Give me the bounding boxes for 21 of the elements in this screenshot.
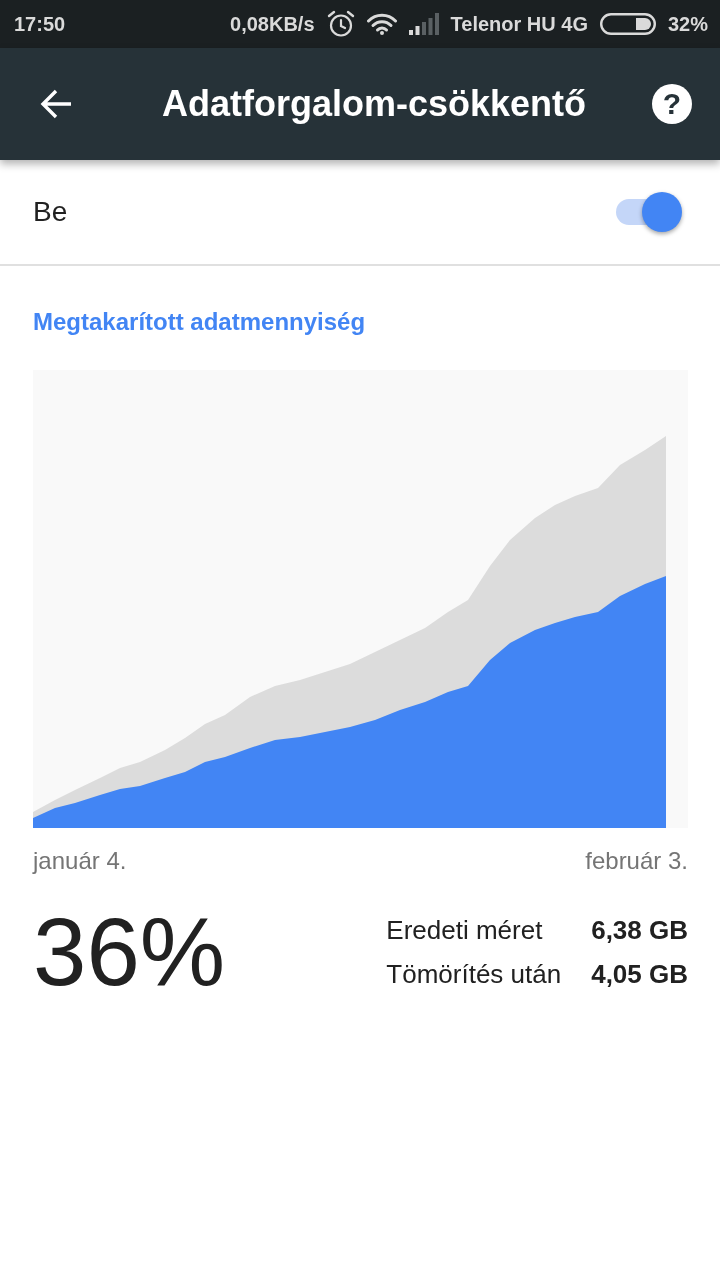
battery-percent: 32% <box>667 12 708 36</box>
toggle-label: Be <box>33 196 68 228</box>
stat-label: Tömörítés után <box>386 958 562 991</box>
carrier-name: Telenor HU 4G <box>450 12 588 36</box>
section-title: Megtakarított adatmennyiség <box>33 307 367 337</box>
stat-label: Eredeti méret <box>386 914 544 947</box>
start-date: január 4. <box>33 846 127 876</box>
back-arrow-icon <box>40 88 74 120</box>
stat-value: 4,05 GB <box>591 958 688 991</box>
end-date: február 3. <box>585 846 688 876</box>
screen-title: Adatforgalom-csökkentő <box>160 83 588 125</box>
status-time: 17:50 <box>14 12 66 36</box>
stat-value: 6,38 GB <box>591 914 688 947</box>
signal-icon <box>408 13 439 35</box>
alarm-clock-icon <box>326 10 355 38</box>
toggle-switch[interactable] <box>616 191 684 233</box>
wifi-icon <box>366 13 397 35</box>
help-button[interactable]: ? <box>652 84 692 124</box>
network-speed: 0,08KB/s <box>230 12 315 36</box>
savings-percent: 36% <box>33 904 226 1000</box>
battery-icon <box>599 13 656 35</box>
